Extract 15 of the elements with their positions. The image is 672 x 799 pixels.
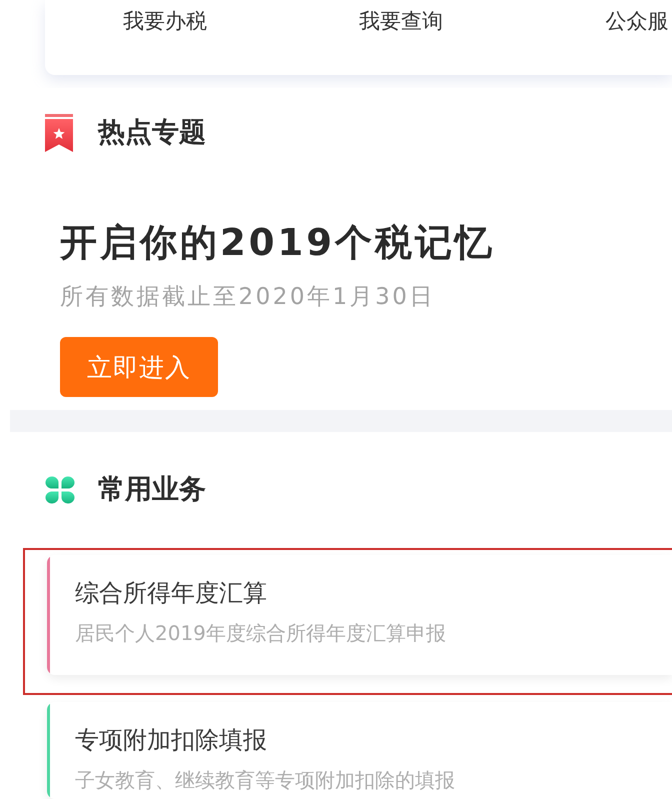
section-title: 热点专题 <box>98 116 206 150</box>
nav-item[interactable]: 我要办税 <box>123 8 207 34</box>
bookmark-star-icon <box>45 114 73 152</box>
card-title: 专项附加扣除填报 <box>75 725 267 755</box>
service-card[interactable]: 专项附加扣除填报 子女教育、继续教育等专项附加扣除的填报 <box>47 702 672 799</box>
clover-icon <box>45 476 75 504</box>
card-title: 综合所得年度汇算 <box>75 578 267 608</box>
date-note: 所有数据截止至2020年1月30日 <box>60 283 435 312</box>
nav-item[interactable]: 公众服 <box>606 8 668 34</box>
section-title: 常用业务 <box>98 473 206 507</box>
headline: 开启你的2019个税记忆 <box>60 220 495 266</box>
card-subtitle: 子女教育、继续教育等专项附加扣除的填报 <box>75 767 455 793</box>
nav-item[interactable]: 我要查询 <box>359 8 443 34</box>
card-subtitle: 居民个人2019年度综合所得年度汇算申报 <box>75 620 446 646</box>
service-card[interactable]: 综合所得年度汇算 居民个人2019年度综合所得年度汇算申报 <box>47 555 672 675</box>
